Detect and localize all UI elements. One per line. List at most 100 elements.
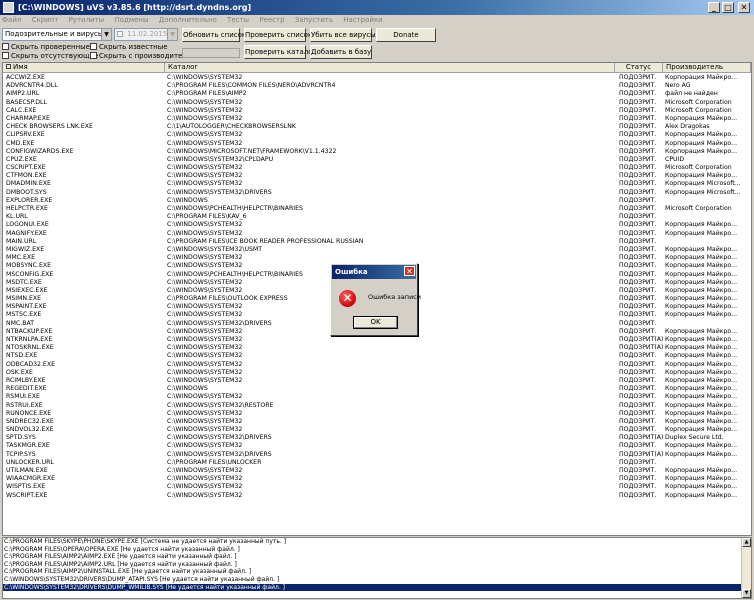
table-row[interactable]: MMC.EXE C:\WINDOWS\SYSTEM32 ПОДОЗРИТ. Корпо…: [3, 254, 751, 262]
table-row[interactable]: RCIMLBY.EXE C:\WINDOWS\SYSTEM32 ПОДОЗРИТ. К…: [3, 377, 751, 385]
cell-vendor: Корпорация Майкро...: [665, 254, 738, 262]
menu-script[interactable]: Скрипт: [32, 16, 59, 24]
table-row[interactable]: UNLOCKER.URL C:\PROGRAM FILES\UNLOCKER ПОД…: [3, 459, 751, 467]
kill-viruses-button[interactable]: Убить все вирусы: [310, 28, 376, 42]
table-row[interactable]: SNDREC32.EXE C:\WINDOWS\SYSTEM32 ПОДОЗРИТ.…: [3, 418, 751, 426]
table-row[interactable]: TCPIP.SYS C:\WINDOWS\SYSTEM32\DRIVERS ПОДО…: [3, 451, 751, 459]
table-row[interactable]: MAIN.URL C:\PROGRAM FILES\ICE BOOK READER…: [3, 238, 751, 246]
table-row[interactable]: HELPCTR.EXE C:\WINDOWS\PCHEALTH\HELPCTR\B…: [3, 205, 751, 213]
table-row[interactable]: CALC.EXE C:\WINDOWS\SYSTEM32 ПОДОЗРИТ. Micr…: [3, 107, 751, 115]
cell-name: MAGNIFY.EXE: [6, 229, 47, 237]
cell-name: DMBOOT.SYS: [6, 188, 47, 196]
table-row[interactable]: CHECK BROWSERS LNK.EXE C:\1\AUTOLOGGER\CH…: [3, 123, 751, 131]
table-row[interactable]: SNDVOL32.EXE C:\WINDOWS\SYSTEM32 ПОДОЗРИТ.…: [3, 426, 751, 434]
table-row[interactable]: KL.URL C:\PROGRAM FILES\KAV_6 ПОДОЗРИТ.: [3, 213, 751, 221]
checkbox-box[interactable]: [2, 52, 9, 59]
menu-tests[interactable]: Тесты: [227, 16, 249, 24]
log-line[interactable]: C:\PROGRAM FILES\OPERA\OPERA.EXE [Не уда…: [3, 546, 751, 554]
column-header-directory[interactable]: Каталог: [165, 63, 615, 73]
table-row[interactable]: RUNONCE.EXE C:\WINDOWS\SYSTEM32 ПОДОЗРИТ. К…: [3, 410, 751, 418]
minimize-button[interactable]: _: [708, 2, 720, 13]
checkbox-box[interactable]: [90, 52, 97, 59]
table-row[interactable]: RSMUI.EXE C:\WINDOWS\SYSTEM32 ПОДОЗРИТ. Кор…: [3, 393, 751, 401]
column-header-vendor[interactable]: Производитель: [663, 63, 751, 73]
cell-directory: C:\WINDOWS\SYSTEM32: [167, 98, 243, 106]
close-button[interactable]: ✕: [738, 2, 750, 13]
dialog-close-button[interactable]: ✕: [404, 266, 415, 276]
table-row[interactable]: CONFIGWIZARDS.EXE C:\WINDOWS\MICROSOFT.NE…: [3, 148, 751, 156]
refresh-list-button[interactable]: Обновить список: [182, 28, 246, 42]
menu-additional[interactable]: Дополнительно: [159, 16, 217, 24]
table-row[interactable]: EXPLORER.EXE C:\WINDOWS ПОДОЗРИТ.: [3, 197, 751, 205]
hide-verified-checkbox[interactable]: Скрыть проверенные: [2, 43, 90, 52]
table-row[interactable]: WIAACMGR.EXE C:\WINDOWS\SYSTEM32 ПОДОЗРИТ.…: [3, 475, 751, 483]
log-line[interactable]: C:\PROGRAM FILES\AIMP2\AIMP2.URL [Не уда…: [3, 561, 751, 569]
menu-settings[interactable]: Настройки: [343, 16, 383, 24]
menu-run[interactable]: Запустить: [295, 16, 333, 24]
menu-registry[interactable]: Реестр: [259, 16, 284, 24]
log-line[interactable]: C:\WINDOWS\SYSTEM32\DRIVERS\DUMP_ATAPI.S…: [3, 576, 751, 584]
select-all-checkbox[interactable]: [6, 64, 11, 69]
table-row[interactable]: CSCRIPT.EXE C:\WINDOWS\SYSTEM32 ПОДОЗРИТ. M…: [3, 164, 751, 172]
column-header-name[interactable]: Имя: [3, 63, 165, 73]
chevron-down-icon[interactable]: ▼: [167, 29, 177, 40]
check-directory-button[interactable]: Проверить каталог: [244, 45, 316, 59]
table-row[interactable]: SPTD.SYS C:\WINDOWS\SYSTEM32\DRIVERS ПОДОЗ…: [3, 434, 751, 442]
hide-known-checkbox[interactable]: Скрыть известные: [90, 43, 168, 52]
table-row[interactable]: AIMP2.URL C:\PROGRAM FILES\AIMP2 ПОДОЗРИТ.…: [3, 90, 751, 98]
table-row[interactable]: RSTRUI.EXE C:\WINDOWS\SYSTEM32\RESTORE ПОД…: [3, 402, 751, 410]
table-row[interactable]: ODBCAD32.EXE C:\WINDOWS\SYSTEM32 ПОДОЗРИТ.…: [3, 361, 751, 369]
check-list-button[interactable]: Проверить список: [244, 28, 312, 42]
table-row[interactable]: NTKRNLPA.EXE C:\WINDOWS\SYSTEM32 ПОДОЗРИТ(…: [3, 336, 751, 344]
cell-directory: C:\WINDOWS\PCHEALTH\HELPCTR\BINARIES: [167, 205, 303, 212]
hide-missing-checkbox[interactable]: Скрыть отсутствующие: [2, 52, 98, 61]
table-row[interactable]: OSK.EXE C:\WINDOWS\SYSTEM32 ПОДОЗРИТ. Корпо…: [3, 369, 751, 377]
table-row[interactable]: DMADMIN.EXE C:\WINDOWS\SYSTEM32 ПОДОЗРИТ. К…: [3, 180, 751, 188]
log-line[interactable]: C:\PROGRAM FILES\SKYPE\PHONE\SKYPE.EXE […: [3, 538, 751, 546]
log-line[interactable]: C:\PROGRAM FILES\AIMP2\AIMP2.EXE [Не уда…: [3, 553, 751, 561]
menu-utilities[interactable]: Рутилиты: [69, 16, 105, 24]
maximize-button[interactable]: □: [722, 2, 734, 13]
table-row[interactable]: CLIPSRV.EXE C:\WINDOWS\SYSTEM32 ПОДОЗРИТ. К…: [3, 131, 751, 139]
table-row[interactable]: WSCRIPT.EXE C:\WINDOWS\SYSTEM32 ПОДОЗРИТ. К…: [3, 492, 751, 500]
hide-with-vendor-checkbox[interactable]: Скрыть с производителем: [90, 52, 196, 61]
cell-name: CMD.EXE: [6, 139, 35, 147]
cell-status: ПОДОЗРИТ.: [619, 352, 657, 360]
table-row[interactable]: CTFMON.EXE C:\WINDOWS\SYSTEM32 ПОДОЗРИТ. Ко…: [3, 172, 751, 180]
ok-button[interactable]: OK: [353, 316, 398, 329]
table-row[interactable]: LOGONUI.EXE C:\WINDOWS\SYSTEM32 ПОДОЗРИТ. К…: [3, 221, 751, 229]
table-row[interactable]: TASKMGR.EXE C:\WINDOWS\SYSTEM32 ПОДОЗРИТ. К…: [3, 442, 751, 450]
menu-substitutions[interactable]: Подмены: [114, 16, 148, 24]
scroll-up-icon[interactable]: ▲: [742, 538, 751, 547]
filter-select[interactable]: Подозрительные и вирусы ▼: [2, 28, 112, 41]
cell-status: ПОДОЗРИТ.: [619, 483, 657, 491]
table-row[interactable]: ACCWIZ.EXE C:\WINDOWS\SYSTEM32 ПОДОЗРИТ. Ко…: [3, 74, 751, 82]
table-row[interactable]: CPUZ.EXE C:\WINDOWS\SYSTEM32\CPLDAPU ПОДОЗ…: [3, 156, 751, 164]
add-to-database-button[interactable]: Добавить в базу: [310, 45, 372, 59]
scroll-down-icon[interactable]: ▼: [742, 589, 751, 598]
log-line[interactable]: C:\PROGRAM FILES\AIMP2\UNINSTALL.EXE [Не…: [3, 568, 751, 576]
table-row[interactable]: UTILMAN.EXE C:\WINDOWS\SYSTEM32 ПОДОЗРИТ. К…: [3, 467, 751, 475]
table-row[interactable]: CMD.EXE C:\WINDOWS\SYSTEM32 ПОДОЗРИТ. Корпо…: [3, 140, 751, 148]
log-line[interactable]: C:\WINDOWS\SYSTEM32\DRIVERS\DUMP_WMILIB.…: [3, 583, 751, 592]
table-row[interactable]: NTSD.EXE C:\WINDOWS\SYSTEM32 ПОДОЗРИТ. Корп…: [3, 352, 751, 360]
column-header-status[interactable]: Статус: [615, 63, 663, 73]
date-picker[interactable]: 11.02.2015 ▼: [114, 28, 178, 41]
table-row[interactable]: NTOSKRNL.EXE C:\WINDOWS\SYSTEM32 ПОДОЗРИТ(…: [3, 344, 751, 352]
chevron-down-icon[interactable]: ▼: [101, 29, 111, 40]
table-row[interactable]: REGEDIT.EXE C:\WINDOWS ПОДОЗРИТ. Корпорация…: [3, 385, 751, 393]
table-row[interactable]: WISPTIS.EXE C:\WINDOWS\SYSTEM32 ПОДОЗРИТ. К…: [3, 483, 751, 491]
date-checkbox[interactable]: [117, 31, 123, 37]
log-scrollbar[interactable]: ▲ ▼: [741, 538, 751, 598]
donate-button[interactable]: Donate: [376, 28, 436, 42]
cell-directory: C:\WINDOWS\SYSTEM32: [167, 352, 243, 360]
table-row[interactable]: MAGNIFY.EXE C:\WINDOWS\SYSTEM32 ПОДОЗРИТ. К…: [3, 230, 751, 238]
table-row[interactable]: MIGWIZ.EXE C:\WINDOWS\SYSTEM32\USMT ПОДОЗР…: [3, 246, 751, 254]
table-row[interactable]: CHARMAP.EXE C:\WINDOWS\SYSTEM32 ПОДОЗРИТ. К…: [3, 115, 751, 123]
menu-file[interactable]: Файл: [2, 16, 21, 24]
checkbox-box[interactable]: [90, 43, 97, 50]
checkbox-box[interactable]: [2, 43, 9, 50]
table-row[interactable]: BASECSP.DLL C:\WINDOWS\SYSTEM32 ПОДОЗРИТ. M…: [3, 99, 751, 107]
table-row[interactable]: ADVRCNTR4.DLL C:\PROGRAM FILES\COMMON FIL…: [3, 82, 751, 90]
table-row[interactable]: DMBOOT.SYS C:\WINDOWS\SYSTEM32\DRIVERS ПОД…: [3, 189, 751, 197]
